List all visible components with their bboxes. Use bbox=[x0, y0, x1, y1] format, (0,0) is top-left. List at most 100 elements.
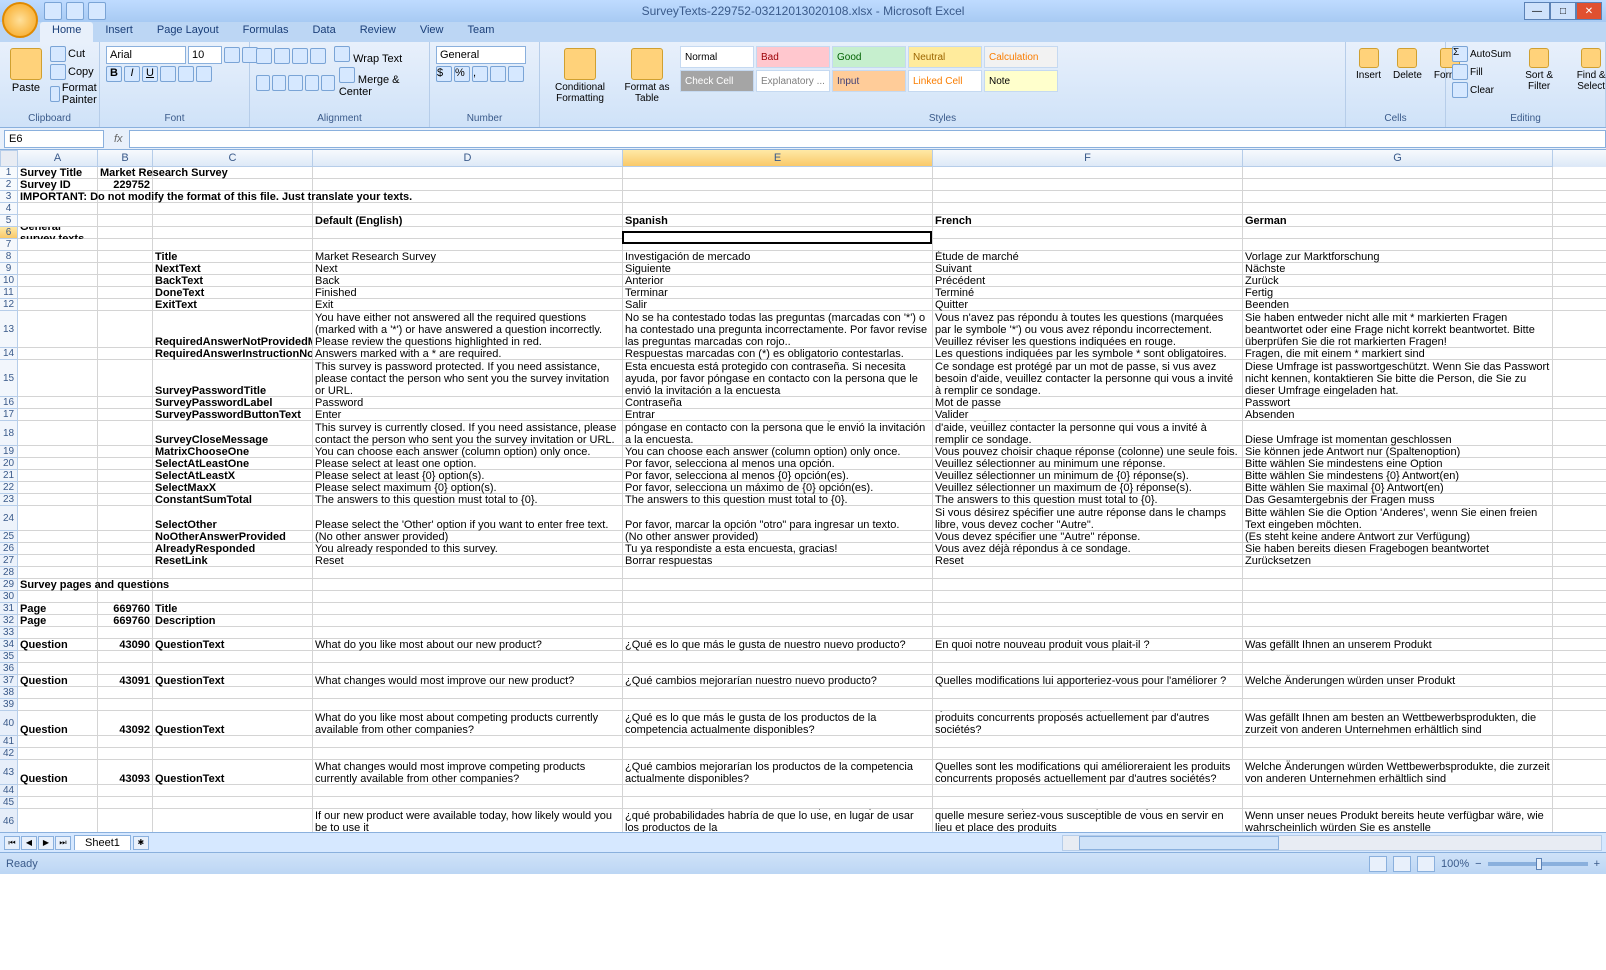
row-header[interactable]: 44 bbox=[0, 785, 18, 797]
cell[interactable] bbox=[18, 360, 98, 397]
cell[interactable]: Respuestas marcadas con (*) es obligator… bbox=[623, 348, 933, 360]
cell[interactable] bbox=[98, 543, 153, 555]
cell[interactable]: Si notre nouveau produit était disponibl… bbox=[933, 809, 1243, 832]
style-normal[interactable]: Normal bbox=[680, 46, 754, 68]
cell[interactable]: Title bbox=[153, 603, 313, 615]
cell[interactable] bbox=[313, 663, 623, 675]
cell[interactable] bbox=[1243, 748, 1553, 760]
cell[interactable]: Quelles modifications lui apporteriez-vo… bbox=[933, 675, 1243, 687]
cell[interactable]: This survey is password protected. If yo… bbox=[313, 360, 623, 397]
cell[interactable] bbox=[623, 615, 933, 627]
font-color-icon[interactable] bbox=[196, 66, 212, 82]
wrap-text-button[interactable]: Wrap Text bbox=[334, 46, 402, 65]
sheet-nav-last[interactable]: ⏭ bbox=[55, 836, 71, 850]
cell[interactable] bbox=[98, 494, 153, 506]
row-header[interactable]: 40 bbox=[0, 711, 18, 736]
cell[interactable] bbox=[18, 663, 98, 675]
cell[interactable] bbox=[933, 591, 1243, 603]
cell[interactable] bbox=[98, 251, 153, 263]
cell[interactable] bbox=[98, 227, 153, 239]
cell[interactable]: Page bbox=[18, 615, 98, 627]
cell[interactable]: General survey texts bbox=[18, 227, 98, 239]
style-neutral[interactable]: Neutral bbox=[908, 46, 982, 68]
row-header[interactable]: 19 bbox=[0, 446, 18, 458]
orientation-icon[interactable] bbox=[310, 48, 326, 64]
row-header[interactable]: 16 bbox=[0, 397, 18, 409]
cell[interactable]: This survey is currently closed. If you … bbox=[313, 421, 623, 446]
tab-insert[interactable]: Insert bbox=[93, 22, 145, 42]
cell[interactable]: Salir bbox=[623, 299, 933, 311]
col-header-A[interactable]: A bbox=[18, 150, 98, 167]
autosum-button[interactable]: ΣAutoSum bbox=[1452, 46, 1511, 62]
row-header[interactable]: 28 bbox=[0, 567, 18, 579]
cell[interactable] bbox=[313, 748, 623, 760]
cell[interactable]: Please select at least {0} option(s). bbox=[313, 470, 623, 482]
cell[interactable]: Étude de marché bbox=[933, 251, 1243, 263]
cell[interactable] bbox=[98, 287, 153, 299]
cell[interactable]: IMPORTANT: Do not modify the format of t… bbox=[18, 191, 98, 203]
cell[interactable] bbox=[313, 591, 623, 603]
row-headers[interactable]: 1234567891011121314151617181920212223242… bbox=[0, 167, 18, 832]
zoom-slider[interactable] bbox=[1488, 862, 1588, 866]
cell[interactable] bbox=[623, 239, 933, 251]
cell[interactable] bbox=[98, 506, 153, 531]
page-layout-view-button[interactable] bbox=[1393, 856, 1411, 872]
cell[interactable] bbox=[18, 785, 98, 797]
cell[interactable]: You already responded to this survey. bbox=[313, 543, 623, 555]
cell[interactable] bbox=[1243, 579, 1553, 591]
cell[interactable] bbox=[153, 699, 313, 711]
style-explanatory[interactable]: Explanatory ... bbox=[756, 70, 830, 92]
cell[interactable] bbox=[313, 651, 623, 663]
page-break-view-button[interactable] bbox=[1417, 856, 1435, 872]
cell[interactable]: Title bbox=[153, 251, 313, 263]
cell[interactable] bbox=[18, 506, 98, 531]
cell[interactable]: You have either not answered all the req… bbox=[313, 311, 623, 348]
cell[interactable] bbox=[18, 397, 98, 409]
cell[interactable]: Please select maximum {0} option(s). bbox=[313, 482, 623, 494]
style-bad[interactable]: Bad bbox=[756, 46, 830, 68]
cell[interactable]: (No other answer provided) bbox=[313, 531, 623, 543]
cell[interactable]: Nächste bbox=[1243, 263, 1553, 275]
cell[interactable] bbox=[933, 748, 1243, 760]
cell[interactable]: 43093 bbox=[98, 760, 153, 785]
cell[interactable] bbox=[98, 458, 153, 470]
cell[interactable] bbox=[153, 227, 313, 239]
cell[interactable]: SelectOther bbox=[153, 506, 313, 531]
cell[interactable] bbox=[933, 736, 1243, 748]
cell[interactable] bbox=[623, 191, 933, 203]
cell[interactable] bbox=[18, 531, 98, 543]
cell[interactable] bbox=[98, 275, 153, 287]
cell[interactable]: Si vous désirez spécifier une autre répo… bbox=[933, 506, 1243, 531]
qat-redo-icon[interactable] bbox=[88, 2, 106, 20]
sheet-nav-prev[interactable]: ◀ bbox=[21, 836, 37, 850]
cell[interactable]: Wenn unser neues Produkt bereits heute v… bbox=[1243, 809, 1553, 832]
cell[interactable]: Market Research Survey bbox=[98, 167, 153, 179]
cell[interactable] bbox=[153, 748, 313, 760]
cell[interactable] bbox=[153, 567, 313, 579]
cell[interactable] bbox=[313, 797, 623, 809]
cell[interactable]: Entrar bbox=[623, 409, 933, 421]
cell[interactable]: Quelles sont les modifications qui améli… bbox=[933, 760, 1243, 785]
cell[interactable] bbox=[98, 699, 153, 711]
cell[interactable]: Question bbox=[18, 675, 98, 687]
cell[interactable] bbox=[313, 603, 623, 615]
row-header[interactable]: 30 bbox=[0, 591, 18, 603]
cell[interactable]: Esta encuesta está cerrada. Si necesita … bbox=[623, 421, 933, 446]
row-header[interactable]: 7 bbox=[0, 239, 18, 251]
cell[interactable] bbox=[18, 591, 98, 603]
cell[interactable] bbox=[623, 167, 933, 179]
cell[interactable] bbox=[1243, 603, 1553, 615]
cell[interactable]: Veuillez sélectionner un minimum de {0} … bbox=[933, 470, 1243, 482]
cell[interactable]: ¿Qué es lo que más le gusta de los produ… bbox=[623, 711, 933, 736]
merge-center-button[interactable]: Merge & Center bbox=[339, 67, 423, 98]
cell[interactable]: Les questions indiquées par les symbole … bbox=[933, 348, 1243, 360]
cell[interactable]: Sie haben bereits diesen Fragebogen bean… bbox=[1243, 543, 1553, 555]
row-header[interactable]: 3 bbox=[0, 191, 18, 203]
cell[interactable] bbox=[98, 809, 153, 832]
cell[interactable] bbox=[18, 446, 98, 458]
cell[interactable] bbox=[623, 699, 933, 711]
cell[interactable]: French bbox=[933, 215, 1243, 227]
cell[interactable]: Zurücksetzen bbox=[1243, 555, 1553, 567]
cell[interactable]: ResetLink bbox=[153, 555, 313, 567]
minimize-button[interactable]: — bbox=[1524, 2, 1550, 20]
